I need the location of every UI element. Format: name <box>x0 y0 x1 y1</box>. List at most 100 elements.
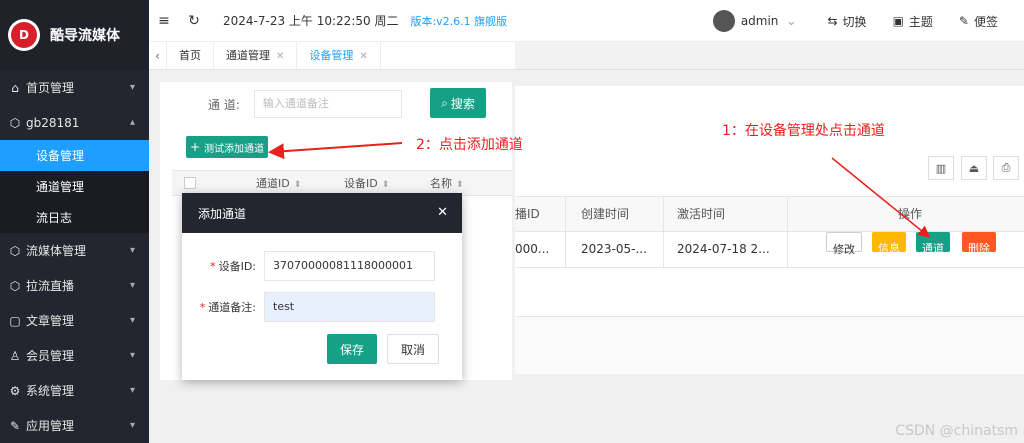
annotation-step-1: 1：在设备管理处点击通道 <box>722 123 885 139</box>
close-icon[interactable]: ✕ <box>276 51 284 62</box>
column-header[interactable]: 播ID <box>515 197 540 231</box>
device-id-row: * 设备ID: 37070000081118000001 <box>182 251 435 281</box>
sidebar-item-label: gb28181 <box>26 115 80 130</box>
sidebar-item-apps[interactable]: ✎ 应用管理 ▾ <box>0 408 149 443</box>
channel-note-label: * 通道备注: <box>182 299 264 315</box>
device-id-field[interactable]: 37070000081118000001 <box>264 251 435 281</box>
table-footer <box>515 316 1024 374</box>
sidebar-item-articles[interactable]: ▢ 文章管理 ▾ <box>0 303 149 338</box>
switch-button[interactable]: ⇆ 切换 <box>827 13 866 30</box>
sort-icon: ⬍ <box>585 209 593 219</box>
save-button[interactable]: 保存 <box>327 334 377 364</box>
sidebar-item-gb28181[interactable]: ⬡ gb28181 ▴ <box>0 105 149 140</box>
cube-icon: ⬡ <box>9 243 21 258</box>
search-button[interactable]: ⌕ 搜索 <box>430 88 486 118</box>
tab-home[interactable]: 首页 <box>167 41 214 70</box>
sidebar-item-label: 会员管理 <box>26 349 75 363</box>
logo-glyph: D <box>11 22 37 48</box>
close-icon[interactable]: ✕ <box>359 51 367 62</box>
sidebar-subitem-device-management[interactable]: 设备管理 <box>0 140 149 171</box>
chevron-down-icon: ▾ <box>129 350 135 361</box>
tab-device-management[interactable]: 设备管理 ✕ <box>297 41 381 70</box>
chevron-down-icon: ▾ <box>129 420 135 431</box>
annotation-step-2: 2：点击添加通道 <box>416 137 523 153</box>
search-label: 通 道: <box>208 97 240 112</box>
chevron-down-icon: ⌄ <box>786 14 797 28</box>
channel-note-row: * 通道备注: test <box>182 292 435 322</box>
table-row: 000... 2023-05-... 2024-07-18 2... 修改 信息… <box>515 232 1024 268</box>
brand-name: 酷导流媒体 <box>50 28 120 44</box>
dialog-title: 添加通道 <box>198 206 247 221</box>
column-header[interactable]: 设备ID ⬍ <box>344 175 389 191</box>
columns-icon[interactable]: ▥ <box>928 156 954 180</box>
theme-label: 主题 <box>908 14 933 29</box>
column-header-label: 名称 <box>430 177 452 190</box>
tab-label: 通道管理 <box>226 48 270 62</box>
sidebar-item-streaming[interactable]: ⬡ 流媒体管理 ▾ <box>0 233 149 268</box>
export-icon[interactable]: ⏏ <box>961 156 987 180</box>
edit-button[interactable]: 修改 <box>826 232 862 256</box>
column-header[interactable]: 通道ID ⬍ <box>256 175 301 191</box>
sidebar-item-label: 应用管理 <box>26 419 75 433</box>
print-icon[interactable]: ⎙ <box>993 156 1019 180</box>
sort-icon: ⬍ <box>456 180 464 190</box>
sidebar-item-label: 首页管理 <box>26 81 75 95</box>
chevron-down-icon: ▾ <box>129 280 135 291</box>
device-id-label-text: 设备ID: <box>218 260 256 273</box>
home-icon: ⌂ <box>11 80 19 95</box>
sidebar-item-system[interactable]: ⚙ 系统管理 ▾ <box>0 373 149 408</box>
theme-icon: ▣ <box>892 14 904 28</box>
document-icon: ▢ <box>9 313 21 328</box>
column-header-label: 设备ID <box>344 177 378 190</box>
tab-scroll-left-icon[interactable]: ‹ <box>149 41 167 70</box>
search-row: 通 道: 输入通道备注 <box>208 90 402 118</box>
channel-note-field[interactable]: test <box>264 292 435 322</box>
cancel-button[interactable]: 取消 <box>387 334 439 364</box>
sidebar-item-home[interactable]: ⌂ 首页管理 ▾ <box>0 70 149 105</box>
username: admin <box>740 14 779 28</box>
search-input[interactable]: 输入通道备注 <box>253 90 402 118</box>
sidebar-item-label: 流媒体管理 <box>26 244 87 258</box>
menu-toggle-icon[interactable]: ≡ <box>149 13 179 29</box>
cell-created: 2023-05-... <box>581 242 647 256</box>
user-menu[interactable]: admin ⌄ <box>712 10 802 32</box>
avatar <box>712 10 735 32</box>
close-icon[interactable]: ✕ <box>437 205 448 220</box>
dialog-header: 添加通道 ✕ <box>182 193 462 233</box>
cube-icon: ⬡ <box>9 278 21 293</box>
add-channel-button[interactable]: + 测试添加通道 <box>186 136 268 158</box>
chevron-down-icon: ▾ <box>129 82 135 93</box>
chevron-down-icon: ▾ <box>129 315 135 326</box>
sidebar-item-label: 系统管理 <box>26 384 75 398</box>
sidebar-subitem-channel-management[interactable]: 通道管理 <box>0 171 149 202</box>
channel-button[interactable]: 通道 <box>916 232 950 255</box>
tab-channel-management[interactable]: 通道管理 ✕ <box>214 41 298 70</box>
column-header[interactable]: 名称 ⬍ <box>430 175 464 191</box>
sidebar-item-members[interactable]: ♙ 会员管理 ▾ <box>0 338 149 373</box>
search-icon: ⌕ <box>441 95 448 110</box>
select-all-checkbox[interactable] <box>184 177 196 189</box>
search-button-label: 搜索 <box>450 96 475 111</box>
sort-icon: ⬍ <box>381 180 390 190</box>
sidebar: D 酷导流媒体 ⌂ 首页管理 ▾ ⬡ gb28181 ▴ 设备管理 通道管理 流… <box>0 0 149 443</box>
logo-row: D 酷导流媒体 <box>0 0 149 70</box>
channel-note-label-text: 通道备注: <box>208 301 256 314</box>
cell-id: 000... <box>515 242 550 256</box>
refresh-icon[interactable]: ↻ <box>179 13 209 29</box>
pen-icon: ✎ <box>958 14 969 28</box>
note-button[interactable]: ✎ 便签 <box>959 13 998 30</box>
chevron-down-icon: ▾ <box>129 385 135 396</box>
theme-button[interactable]: ▣ 主题 <box>893 13 933 30</box>
logo-icon: D <box>8 19 40 51</box>
sidebar-item-live[interactable]: ⬡ 拉流直播 ▾ <box>0 268 149 303</box>
tab-label: 首页 <box>179 48 201 62</box>
switch-icon: ⇆ <box>827 14 838 28</box>
info-button[interactable]: 信息 <box>872 232 906 255</box>
sidebar-subitem-stream-log[interactable]: 流日志 <box>0 202 149 233</box>
sidebar-item-label: 文章管理 <box>26 314 75 328</box>
version-label: 版本:v2.6.1 旗舰版 <box>410 14 508 28</box>
topbar-right: admin ⌄ ⇆ 切换 ▣ 主题 ✎ 便签 <box>712 0 1024 42</box>
note-label: 便签 <box>973 14 998 29</box>
column-header[interactable]: 激活时间 <box>677 197 725 231</box>
delete-button[interactable]: 删除 <box>962 232 996 255</box>
